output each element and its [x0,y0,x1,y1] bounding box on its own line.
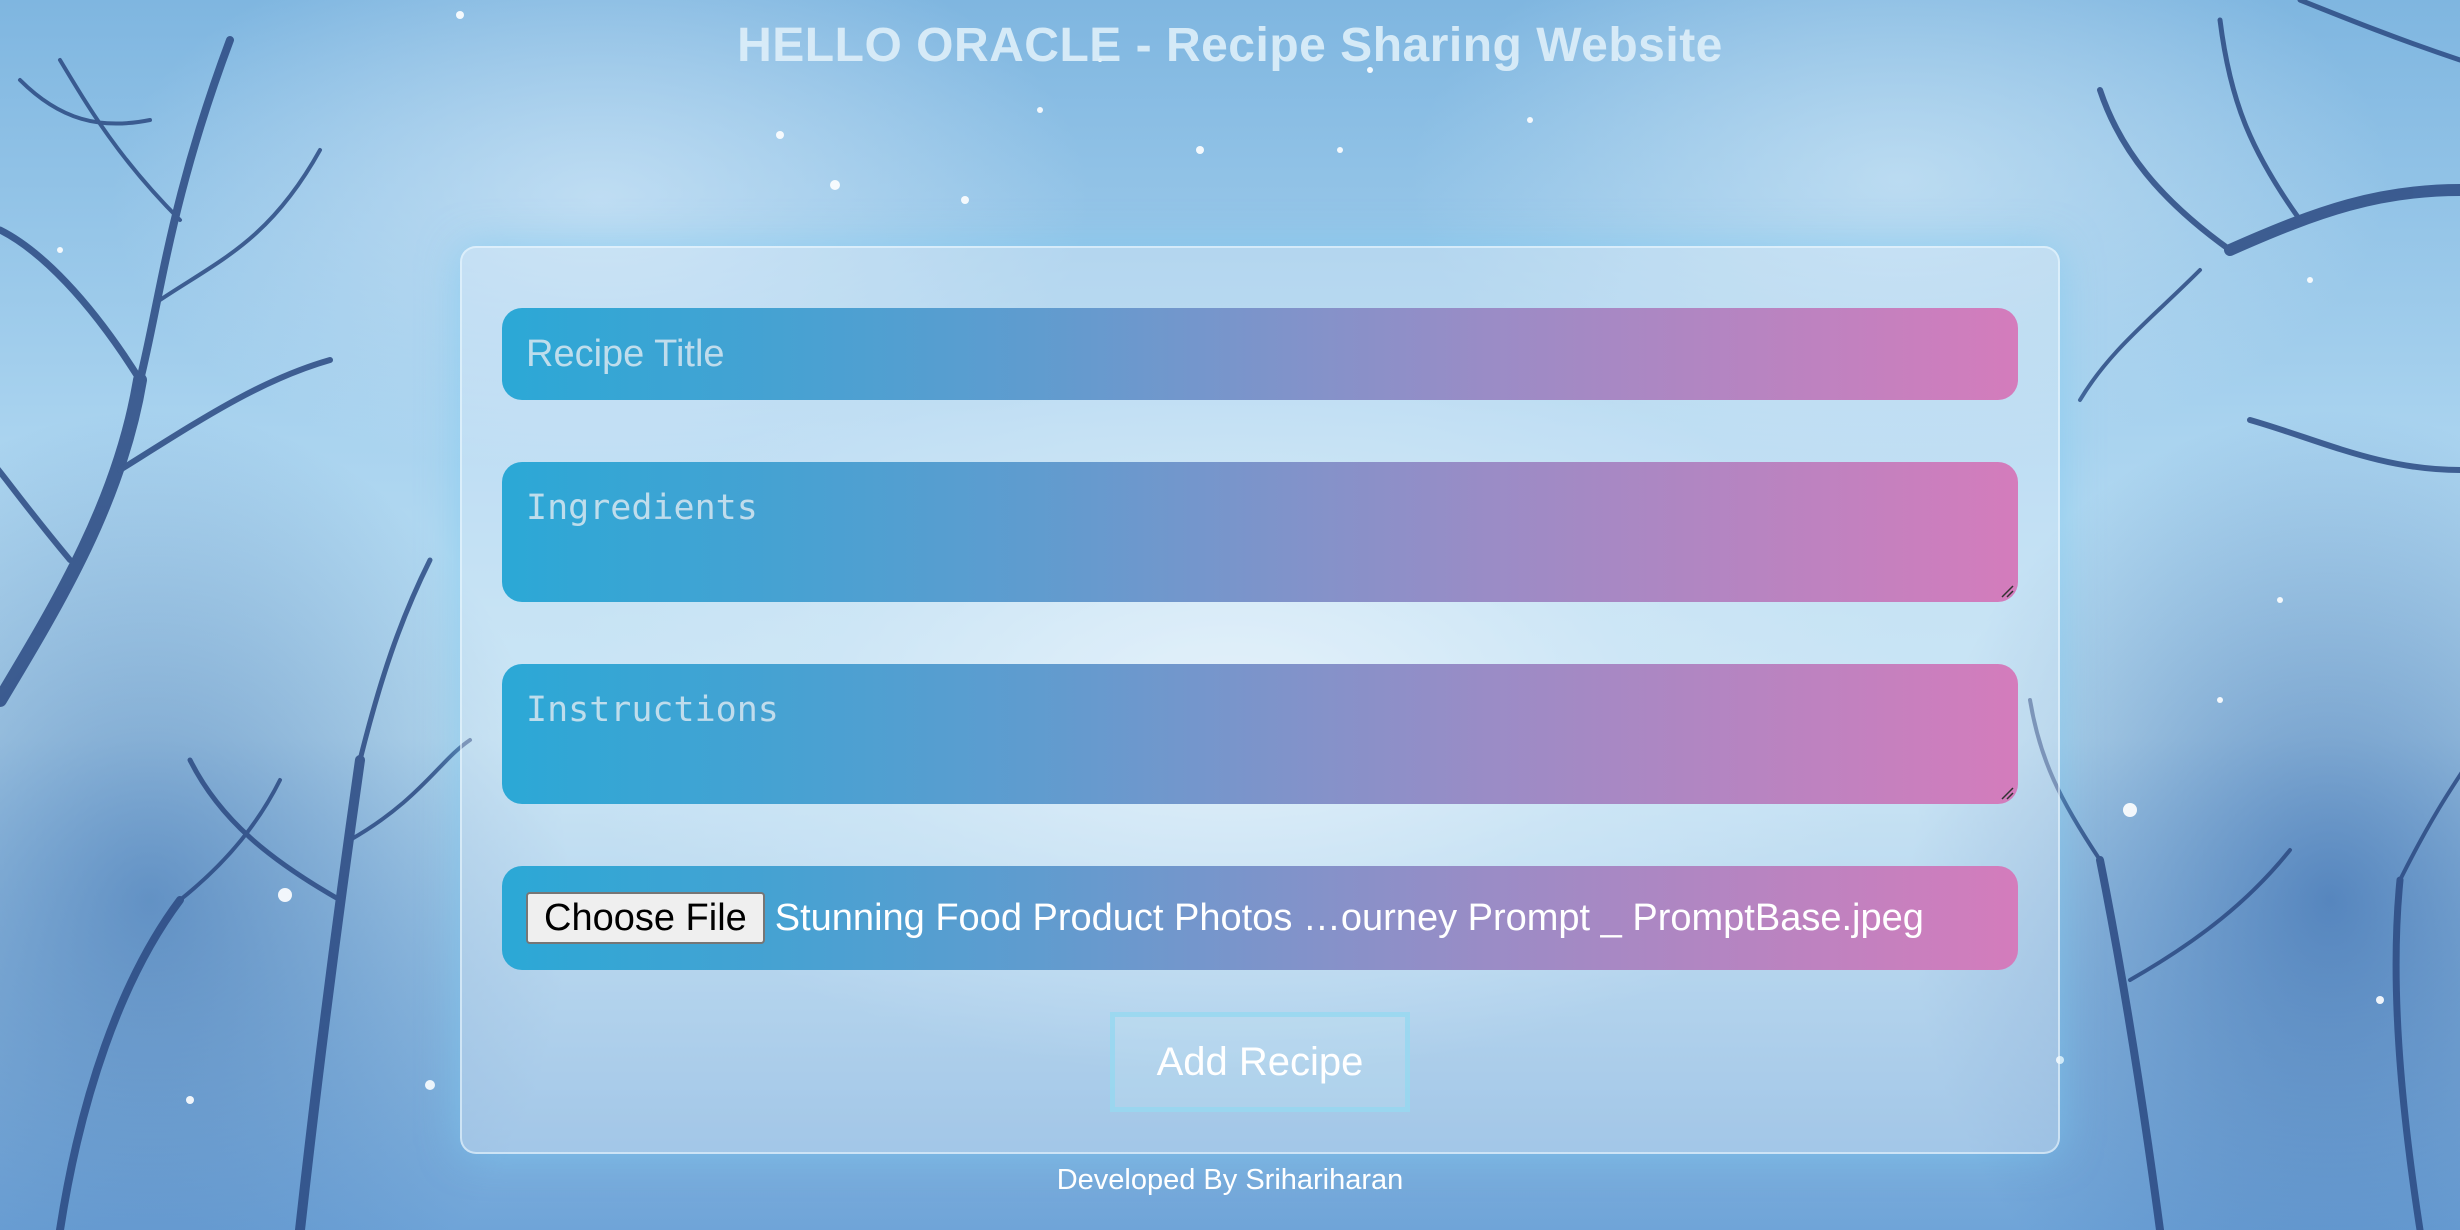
footer-credit: Developed By Srihariharan [1056,1164,1404,1196]
ingredients-resize-handle-icon[interactable] [2000,584,2014,598]
choose-file-button[interactable]: Choose File [526,892,765,944]
recipe-title-input[interactable] [502,308,2018,400]
image-upload-field[interactable]: Choose File Stunning Food Product Photos… [502,866,2018,970]
page-title: HELLO ORACLE - Recipe Sharing Website [737,19,1723,72]
instructions-textarea[interactable] [502,664,2018,804]
instructions-resize-handle-icon[interactable] [2000,786,2014,800]
recipe-form-card: Choose File Stunning Food Product Photos… [460,246,2060,1154]
ingredients-textarea[interactable] [502,462,2018,602]
selected-file-name: Stunning Food Product Photos …ourney Pro… [774,896,1924,939]
add-recipe-button[interactable]: Add Recipe [1110,1012,1410,1112]
